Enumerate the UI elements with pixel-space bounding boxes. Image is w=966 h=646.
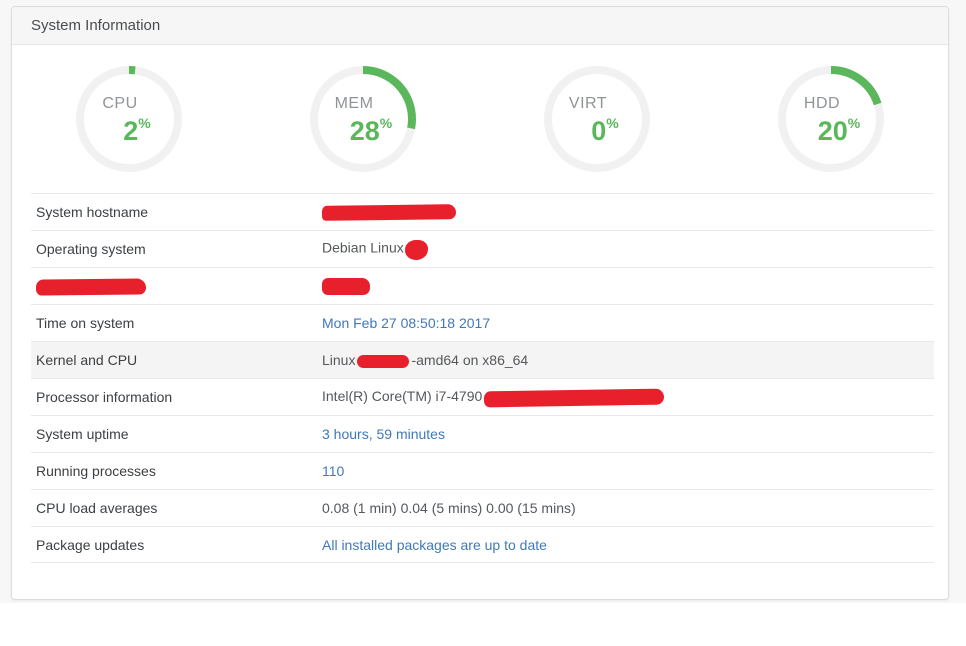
row-value: Mon Feb 27 08:50:18 2017 — [322, 315, 934, 331]
redaction-mark — [405, 240, 428, 260]
row-label — [31, 277, 322, 294]
table-row-redacted — [31, 267, 934, 304]
gauge-cpu-value: 2% — [123, 112, 150, 144]
gauges-row: CPU 2% MEM 28% — [12, 45, 948, 193]
system-uptime-link[interactable]: 3 hours, 59 minutes — [322, 426, 445, 442]
redaction-mark — [322, 205, 456, 222]
table-row-processor-information: Processor information Intel(R) Core(TM) … — [31, 378, 934, 415]
gauge-cpu-label: CPU — [102, 95, 137, 112]
row-value: Debian Linux — [322, 239, 934, 259]
table-row-operating-system: Operating system Debian Linux — [31, 230, 934, 267]
row-value — [322, 204, 934, 221]
gauge-cpu: CPU 2% — [74, 64, 184, 174]
panel-title: System Information — [12, 7, 948, 45]
table-row-kernel-and-cpu: Kernel and CPU Linux-amd64 on x86_64 — [31, 341, 934, 378]
table-row-cpu-load-averages: CPU load averages 0.08 (1 min) 0.04 (5 m… — [31, 489, 934, 526]
table-row-system-hostname: System hostname — [31, 193, 934, 230]
table-row-running-processes: Running processes 110 — [31, 452, 934, 489]
table-row-system-uptime: System uptime 3 hours, 59 minutes — [31, 415, 934, 452]
redaction-mark — [36, 278, 146, 295]
row-value: Intel(R) Core(TM) i7-4790 — [322, 388, 934, 405]
row-value — [322, 277, 934, 295]
running-processes-link[interactable]: 110 — [322, 463, 344, 479]
system-information-panel: System Information CPU 2% — [11, 6, 949, 600]
time-on-system-link[interactable]: Mon Feb 27 08:50:18 2017 — [322, 315, 490, 331]
row-value: 0.08 (1 min) 0.04 (5 mins) 0.00 (15 mins… — [322, 500, 934, 516]
table-row-package-updates: Package updates All installed packages a… — [31, 526, 934, 563]
row-label: Kernel and CPU — [31, 352, 322, 368]
gauge-virt: VIRT 0% — [542, 64, 652, 174]
redaction-mark — [357, 355, 409, 368]
gauge-virt-label: VIRT — [569, 95, 607, 112]
row-label: Running processes — [31, 463, 322, 479]
gauge-virt-value: 0% — [591, 112, 618, 144]
row-value: 110 — [322, 463, 934, 479]
row-value: All installed packages are up to date — [322, 537, 934, 553]
row-label: System uptime — [31, 426, 322, 442]
gauge-hdd-value: 20% — [818, 112, 861, 144]
table-row-time-on-system: Time on system Mon Feb 27 08:50:18 2017 — [31, 304, 934, 341]
gauge-hdd-label: HDD — [804, 95, 840, 112]
screen: System Information CPU 2% — [0, 0, 966, 646]
package-updates-link[interactable]: All installed packages are up to date — [322, 537, 547, 553]
gauge-mem-value: 28% — [350, 112, 393, 144]
row-label: Processor information — [31, 389, 322, 405]
gauge-hdd: HDD 20% — [776, 64, 886, 174]
row-label: Time on system — [31, 315, 322, 331]
redaction-mark — [322, 278, 370, 295]
row-label: Operating system — [31, 241, 322, 257]
row-value: Linux-amd64 on x86_64 — [322, 352, 934, 368]
row-label: System hostname — [31, 204, 322, 220]
row-label: Package updates — [31, 537, 322, 553]
row-label: CPU load averages — [31, 500, 322, 516]
gauge-mem: MEM 28% — [308, 64, 418, 174]
redaction-mark — [484, 388, 664, 407]
system-info-table: System hostname Operating system Debian … — [31, 193, 934, 563]
row-value: 3 hours, 59 minutes — [322, 426, 934, 442]
gauge-mem-label: MEM — [335, 95, 374, 112]
